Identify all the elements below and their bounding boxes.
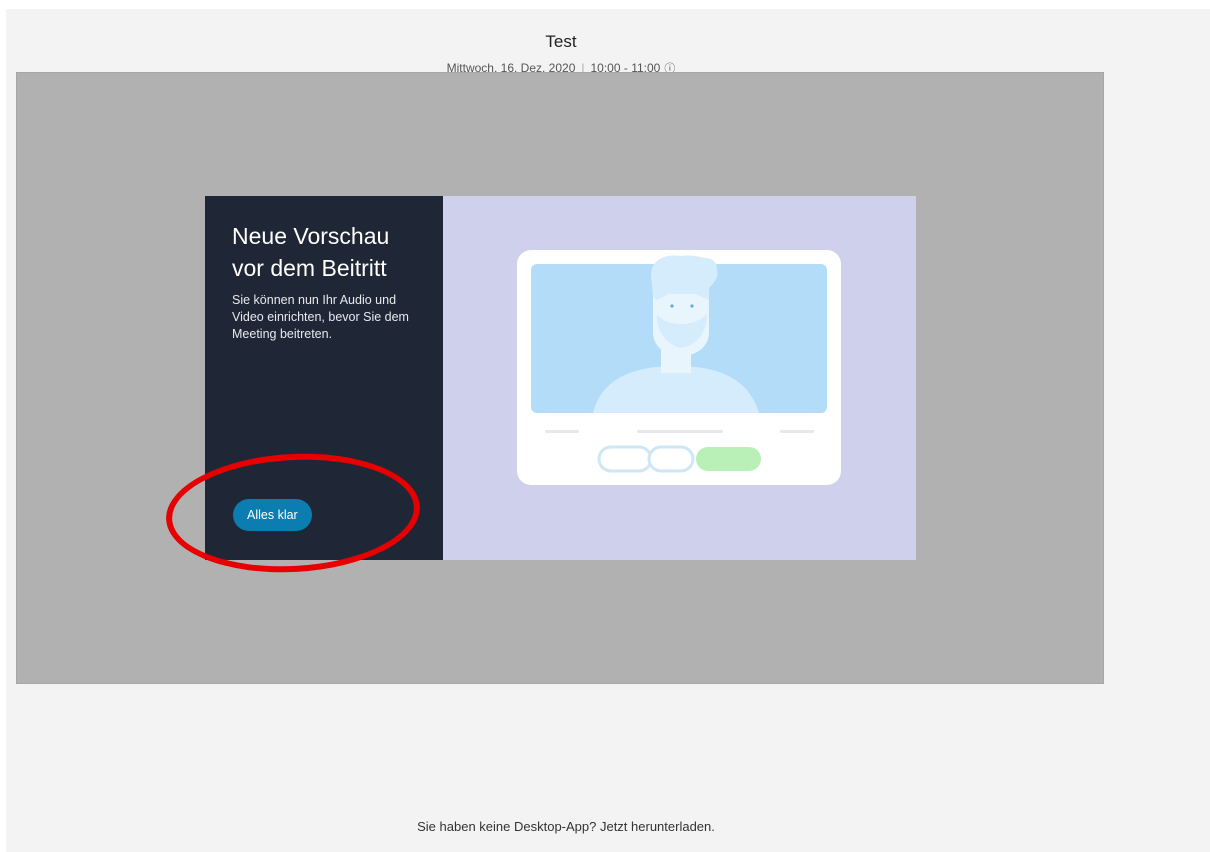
meeting-date: Mittwoch, 16. Dez. 2020 [446, 61, 576, 72]
got-it-button[interactable]: Alles klar [233, 499, 312, 531]
dialog-heading: Neue Vorschau vor dem Beitritt [232, 223, 390, 281]
meeting-time-range: 10:00 - 11:00 [590, 61, 661, 72]
info-icon[interactable]: ⓘ [664, 63, 675, 72]
dialog-text-panel: Neue Vorschau vor dem Beitritt Sie könne… [205, 196, 443, 560]
dialog-illustration-panel [443, 196, 916, 560]
meeting-title: Test [545, 32, 577, 51]
preview-dialog: Neue Vorschau vor dem Beitritt Sie könne… [205, 196, 916, 560]
download-hint[interactable]: Sie haben keine Desktop-App? Jetzt herun… [6, 819, 1126, 834]
dialog-description: Sie können nun Ihr Audio und Video einri… [232, 293, 409, 341]
video-preview-illustration [517, 250, 841, 485]
separator: | [581, 61, 585, 72]
meeting-schedule: Mittwoch, 16. Dez. 2020 | 10:00 - 11:00 ⓘ [6, 60, 1116, 72]
